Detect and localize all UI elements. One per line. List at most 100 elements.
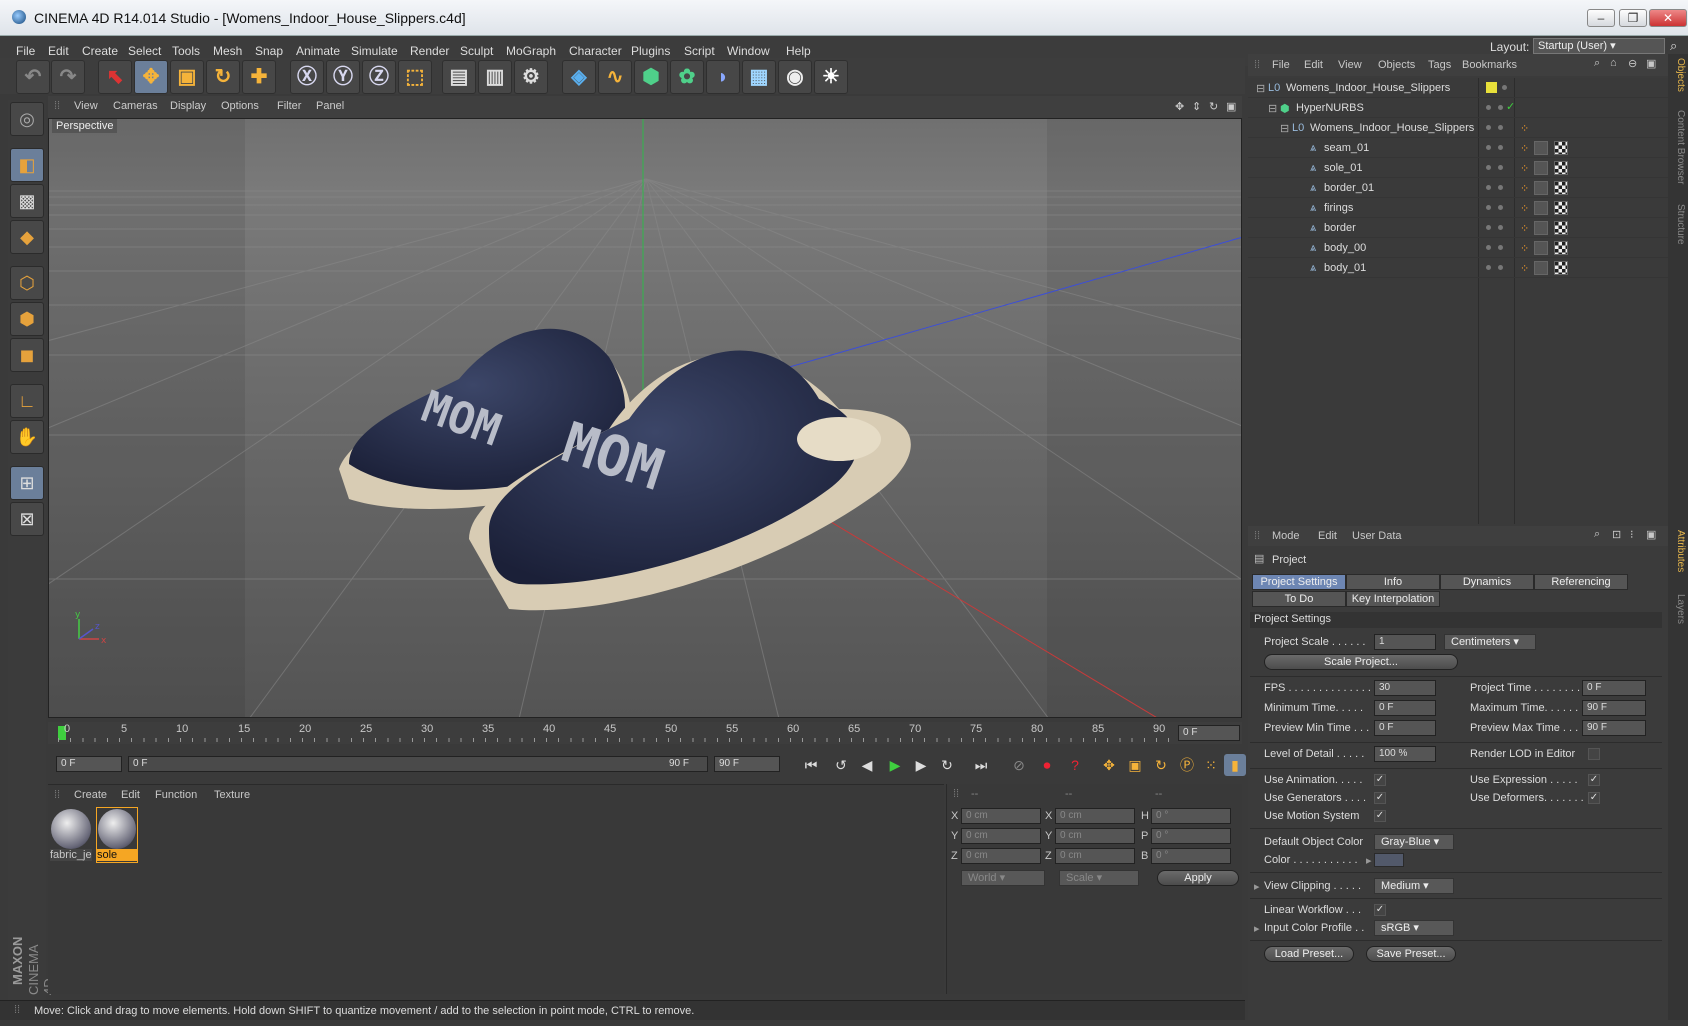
coord-rot-b[interactable]: 0 ° bbox=[1151, 848, 1231, 864]
visibility-dot[interactable] bbox=[1486, 125, 1491, 130]
phong-tag-icon[interactable]: ⁘ bbox=[1520, 182, 1529, 195]
collapse-icon[interactable]: ⊟ bbox=[1268, 102, 1277, 115]
uvw-tag-icon[interactable] bbox=[1534, 181, 1548, 195]
tree-row[interactable]: ⩓ border ⁘ bbox=[1248, 218, 1668, 238]
new-attr-view-icon[interactable]: ▣ bbox=[1646, 528, 1656, 541]
render-dot[interactable] bbox=[1498, 265, 1503, 270]
previous-key-icon[interactable]: ↺ bbox=[830, 754, 852, 776]
texture-mode-icon[interactable]: ▩ bbox=[10, 184, 44, 218]
load-preset-button[interactable]: Load Preset... bbox=[1264, 946, 1354, 962]
coord-pos-y[interactable]: 0 cm bbox=[961, 828, 1041, 844]
view-clipping-select[interactable]: Medium ▾ bbox=[1374, 878, 1454, 894]
record-keys-icon[interactable]: ⊘ bbox=[1008, 754, 1030, 776]
viewport-menu-panel[interactable]: Panel bbox=[316, 100, 344, 112]
uvw-tag-icon[interactable] bbox=[1534, 261, 1548, 275]
input-color-profile-select[interactable]: sRGB ▾ bbox=[1374, 920, 1454, 936]
y-axis-lock-icon[interactable]: Ⓨ bbox=[326, 60, 360, 94]
project-scale-unit-select[interactable]: Centimeters ▾ bbox=[1444, 634, 1536, 650]
polygons-mode-icon[interactable]: ◼ bbox=[10, 338, 44, 372]
menu-select[interactable]: Select bbox=[128, 44, 161, 58]
minimize-button[interactable]: – bbox=[1587, 9, 1615, 27]
phong-tag-icon[interactable]: ⁘ bbox=[1520, 202, 1529, 215]
uvw-tag-icon[interactable] bbox=[1534, 141, 1548, 155]
project-scale-input[interactable]: 1 bbox=[1374, 634, 1436, 650]
go-to-end-icon[interactable]: ⏭ bbox=[970, 754, 992, 776]
preview-range-slider[interactable]: 0 F 90 F bbox=[128, 756, 708, 772]
collapse-icon[interactable]: ⊟ bbox=[1256, 82, 1265, 95]
perspective-viewport[interactable]: MOM MOM y x z Perspective bbox=[48, 118, 1242, 718]
coord-pos-x[interactable]: 0 cm bbox=[961, 808, 1041, 824]
key-pla-icon[interactable]: ⁙ bbox=[1200, 754, 1222, 776]
tree-row[interactable]: ⩓ seam_01 ⁘ bbox=[1248, 138, 1668, 158]
visibility-dot[interactable] bbox=[1486, 165, 1491, 170]
menu-snap[interactable]: Snap bbox=[255, 44, 283, 58]
menu-simulate[interactable]: Simulate bbox=[351, 44, 398, 58]
phong-tag-icon[interactable]: ⁘ bbox=[1520, 262, 1529, 275]
model-mode-icon[interactable]: ◧ bbox=[10, 148, 44, 182]
use-generators-checkbox[interactable]: ✓ bbox=[1374, 792, 1386, 804]
visibility-dot[interactable] bbox=[1486, 225, 1491, 230]
x-axis-lock-icon[interactable]: Ⓧ bbox=[290, 60, 324, 94]
side-tab-content-browser[interactable]: Content Browser bbox=[1670, 110, 1686, 184]
snap-icon[interactable]: ⊞ bbox=[10, 466, 44, 500]
recent-tool-icon[interactable]: ✚ bbox=[242, 60, 276, 94]
timeline-layout-icon[interactable]: ▮ bbox=[1224, 754, 1246, 776]
attr-menu-edit[interactable]: Edit bbox=[1318, 530, 1337, 542]
viewport-menu-filter[interactable]: Filter bbox=[277, 100, 301, 112]
z-axis-lock-icon[interactable]: Ⓩ bbox=[362, 60, 396, 94]
mat-menu-edit[interactable]: Edit bbox=[121, 789, 140, 801]
attr-menu-mode[interactable]: Mode bbox=[1272, 530, 1300, 542]
points-mode-icon[interactable]: ⬡ bbox=[10, 266, 44, 300]
autokey-icon[interactable]: ⏺ bbox=[1036, 754, 1058, 776]
menu-script[interactable]: Script bbox=[684, 44, 715, 58]
apply-button[interactable]: Apply bbox=[1157, 870, 1239, 886]
menu-help[interactable]: Help bbox=[786, 44, 811, 58]
phong-tag-icon[interactable]: ⁘ bbox=[1520, 142, 1529, 155]
material-item[interactable]: fabric_je bbox=[50, 807, 92, 863]
next-frame-icon[interactable]: ▶ bbox=[910, 754, 932, 776]
dolly-view-icon[interactable]: ⇕ bbox=[1192, 100, 1201, 113]
attr-menu-user-data[interactable]: User Data bbox=[1352, 530, 1402, 542]
viewport-menu-options[interactable]: Options bbox=[221, 100, 259, 112]
mat-menu-function[interactable]: Function bbox=[155, 789, 197, 801]
key-parameter-icon[interactable]: Ⓟ bbox=[1176, 754, 1198, 776]
menu-render[interactable]: Render bbox=[410, 44, 449, 58]
texture-tag-icon[interactable] bbox=[1554, 181, 1568, 195]
coord-rot-h[interactable]: 0 ° bbox=[1151, 808, 1231, 824]
key-rotation-icon[interactable]: ↻ bbox=[1150, 754, 1172, 776]
side-tab-attributes[interactable]: Attributes bbox=[1670, 530, 1686, 572]
side-tab-structure[interactable]: Structure bbox=[1670, 204, 1686, 245]
tweak-mode-icon[interactable]: ✋ bbox=[10, 420, 44, 454]
menu-file[interactable]: File bbox=[16, 44, 35, 58]
expand-arrow-icon[interactable]: ▸ bbox=[1254, 922, 1260, 935]
deformer-icon[interactable]: ◗ bbox=[706, 60, 740, 94]
close-button[interactable]: ✕ bbox=[1649, 9, 1687, 27]
texture-tag-icon[interactable] bbox=[1554, 141, 1568, 155]
previous-frame-icon[interactable]: ◀ bbox=[856, 754, 878, 776]
uvw-tag-icon[interactable] bbox=[1534, 201, 1548, 215]
phong-tag-icon[interactable]: ⁘ bbox=[1520, 242, 1529, 255]
expand-arrow-icon[interactable]: ▸ bbox=[1366, 854, 1372, 867]
visibility-dot[interactable] bbox=[1486, 185, 1491, 190]
tree-row[interactable]: ⩓ border_01 ⁘ bbox=[1248, 178, 1668, 198]
search-icon[interactable]: ⌕ bbox=[1670, 38, 1677, 54]
obj-menu-tags[interactable]: Tags bbox=[1428, 59, 1451, 71]
coord-size-y[interactable]: 0 cm bbox=[1055, 828, 1135, 844]
render-dot[interactable] bbox=[1498, 185, 1503, 190]
tab-referencing[interactable]: Referencing bbox=[1534, 574, 1628, 590]
texture-tag-icon[interactable] bbox=[1554, 201, 1568, 215]
menu-animate[interactable]: Animate bbox=[296, 44, 340, 58]
layout-select[interactable]: Startup (User) ▾ bbox=[1533, 38, 1665, 54]
visibility-dot[interactable] bbox=[1486, 205, 1491, 210]
viewport-menu-display[interactable]: Display bbox=[170, 100, 206, 112]
scale-tool-icon[interactable]: ▣ bbox=[170, 60, 204, 94]
tab-key-interpolation[interactable]: Key Interpolation bbox=[1346, 591, 1440, 607]
min-time-input[interactable]: 0 F bbox=[1374, 700, 1436, 716]
light-icon[interactable]: ☀ bbox=[814, 60, 848, 94]
menu-tools[interactable]: Tools bbox=[172, 44, 200, 58]
go-to-start-icon[interactable]: ⏮ bbox=[800, 754, 822, 776]
obj-menu-view[interactable]: View bbox=[1338, 59, 1362, 71]
side-tab-objects[interactable]: Objects bbox=[1670, 58, 1686, 92]
render-dot[interactable] bbox=[1498, 205, 1503, 210]
search-icon[interactable]: ⌕ bbox=[1594, 57, 1600, 70]
